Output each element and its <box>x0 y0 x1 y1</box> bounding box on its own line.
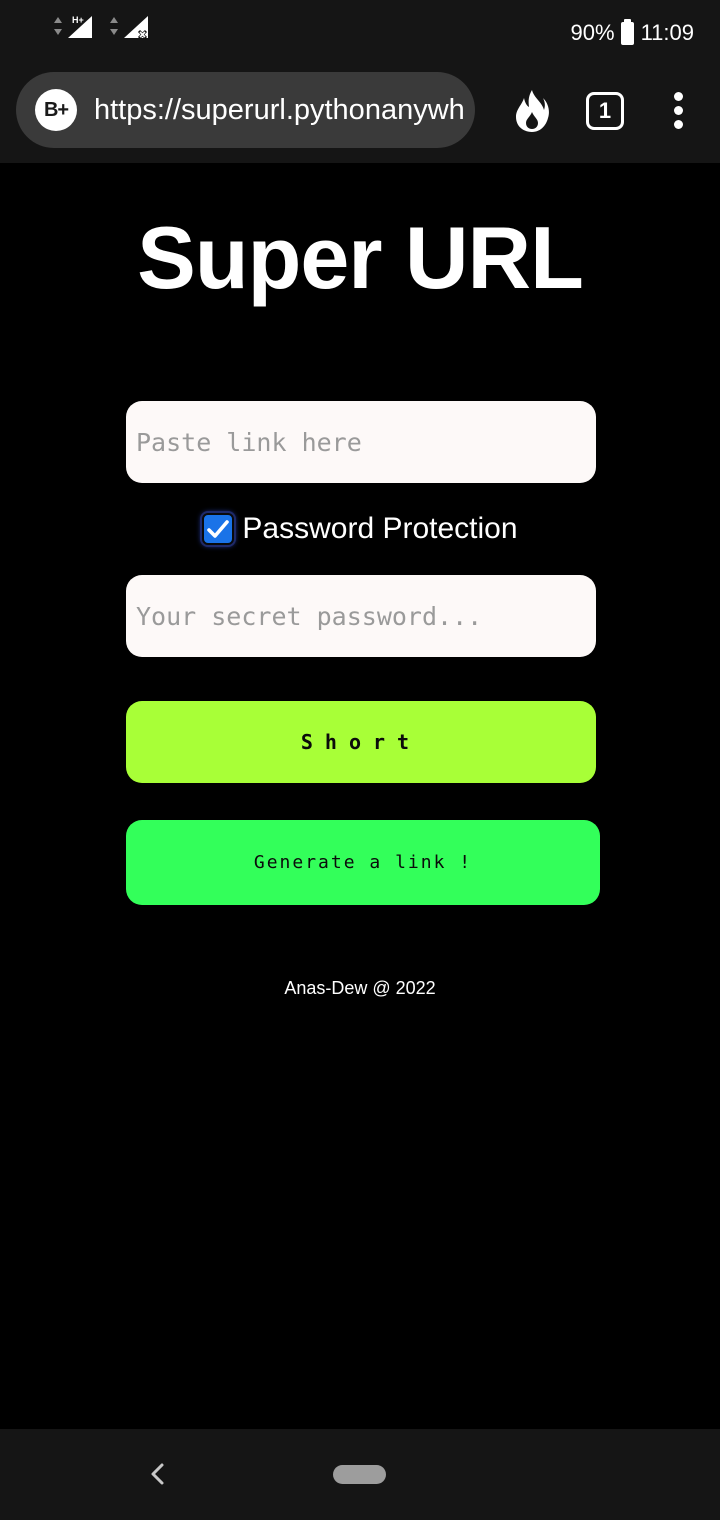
battery-icon <box>620 18 634 45</box>
generate-link-button[interactable]: Generate a link ! <box>126 820 600 905</box>
back-icon[interactable] <box>146 1461 170 1487</box>
short-button[interactable]: Short <box>126 701 596 783</box>
check-icon <box>207 520 230 538</box>
fire-icon[interactable] <box>512 88 552 134</box>
signal-no-service-icon <box>110 16 148 40</box>
network-type-label: H+ <box>72 15 84 25</box>
home-pill-button[interactable] <box>333 1465 386 1484</box>
page-title: Super URL <box>137 208 584 307</box>
footer-credit: Anas-Dew @ 2022 <box>284 978 436 998</box>
password-protection-checkbox[interactable] <box>202 513 235 545</box>
password-input[interactable] <box>126 575 596 657</box>
url-text[interactable]: https://superurl.pythonanywhere.com <box>94 92 466 128</box>
site-info-icon[interactable]: B+ <box>35 89 77 131</box>
status-bar: H+ 90% 11:09 <box>0 0 720 64</box>
password-protection-label[interactable]: Password Protection <box>242 512 517 546</box>
signal-icon: H+ <box>54 15 92 38</box>
browser-toolbar: B+ https://superurl.pythonanywhere.com 1 <box>0 64 720 163</box>
link-input[interactable] <box>126 401 596 483</box>
clock: 11:09 <box>640 20 694 45</box>
battery-percent: 90% <box>570 20 615 45</box>
overflow-menu-icon[interactable] <box>670 92 686 132</box>
address-bar[interactable]: B+ https://superurl.pythonanywhere.com <box>16 72 475 148</box>
password-protection-row[interactable]: Password Protection <box>0 506 720 552</box>
tab-switcher-button[interactable]: 1 <box>586 92 624 130</box>
